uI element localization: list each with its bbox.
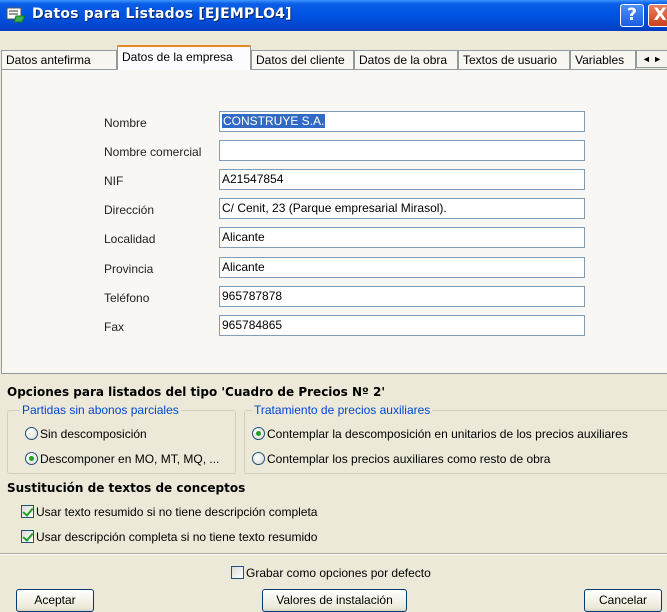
- radio-contemplar-descomposicion[interactable]: Contemplar la descomposición en unitario…: [252, 427, 628, 443]
- check-usar-descripcion-completa-label: Usar descripción completa si no tiene te…: [36, 530, 318, 544]
- label-fax: Fax: [104, 320, 125, 334]
- tab-strip: Datos antefirma Datos de la empresa Dato…: [0, 45, 667, 70]
- tab-textos-usuario[interactable]: Textos de usuario: [458, 50, 570, 70]
- tab-datos-empresa[interactable]: Datos de la empresa: [117, 45, 251, 70]
- radio-on-icon: [25, 452, 38, 465]
- check-grabar-por-defecto-label: Grabar como opciones por defecto: [246, 566, 431, 580]
- input-telefono[interactable]: 965787878: [219, 286, 585, 307]
- label-nombre-comercial: Nombre comercial: [104, 145, 202, 159]
- checkbox-unchecked-icon: [231, 566, 244, 579]
- input-direccion[interactable]: C/ Cenit, 23 (Parque empresarial Mirasol…: [219, 198, 585, 219]
- checkbox-checked-icon: [21, 505, 34, 518]
- tab-scroll-left-icon[interactable]: ◄: [642, 54, 651, 64]
- options-title: Opciones para listados del tipo 'Cuadro …: [7, 385, 385, 399]
- input-fax[interactable]: 965784865: [219, 315, 585, 336]
- tab-variables[interactable]: Variables: [570, 50, 636, 70]
- radio-contemplar-resto-label: Contemplar los precios auxiliares como r…: [267, 452, 551, 466]
- checkbox-checked-icon: [21, 530, 34, 543]
- tab-datos-cliente[interactable]: Datos del cliente: [251, 50, 354, 70]
- radio-on-icon: [252, 427, 265, 440]
- radio-contemplar-descomposicion-label: Contemplar la descomposición en unitario…: [267, 427, 628, 441]
- label-telefono: Teléfono: [104, 291, 150, 305]
- installation-values-button[interactable]: Valores de instalación: [262, 589, 407, 612]
- window-title: Datos para Listados [EJEMPLO4]: [32, 6, 292, 22]
- help-button[interactable]: ?: [620, 4, 644, 27]
- close-button[interactable]: X: [648, 4, 667, 27]
- tab-datos-antefirma[interactable]: Datos antefirma: [1, 50, 117, 70]
- label-direccion: Dirección: [104, 203, 155, 217]
- app-icon: [6, 7, 26, 23]
- partidas-legend: Partidas sin abonos parciales: [20, 403, 181, 417]
- input-nombre-comercial[interactable]: [219, 140, 585, 161]
- radio-descomponer[interactable]: Descomponer en MO, MT, MQ, ...: [25, 452, 219, 468]
- radio-sin-descomposicion[interactable]: Sin descomposición: [25, 427, 147, 443]
- label-nombre: Nombre: [104, 116, 147, 130]
- input-provincia[interactable]: Alicante: [219, 257, 585, 278]
- input-nombre-value: CONSTRUYE S.A.: [222, 114, 326, 128]
- input-nombre[interactable]: CONSTRUYE S.A.: [219, 111, 585, 132]
- check-usar-texto-resumido[interactable]: Usar texto resumido si no tiene descripc…: [21, 505, 317, 521]
- radio-descomponer-label: Descomponer en MO, MT, MQ, ...: [40, 452, 220, 466]
- radio-contemplar-resto[interactable]: Contemplar los precios auxiliares como r…: [252, 452, 550, 468]
- label-provincia: Provincia: [104, 262, 154, 276]
- substitution-title: Sustitución de textos de conceptos: [7, 481, 246, 495]
- label-localidad: Localidad: [104, 232, 156, 246]
- input-localidad[interactable]: Alicante: [219, 227, 585, 248]
- cancel-button[interactable]: Cancelar: [584, 589, 662, 612]
- accept-button[interactable]: Aceptar: [16, 589, 94, 612]
- check-usar-texto-resumido-label: Usar texto resumido si no tiene descripc…: [36, 505, 318, 519]
- label-nif: NIF: [104, 174, 124, 188]
- check-grabar-por-defecto[interactable]: Grabar como opciones por defecto: [231, 566, 431, 582]
- tab-scroll-right-icon[interactable]: ►: [653, 54, 662, 64]
- check-usar-descripcion-completa[interactable]: Usar descripción completa si no tiene te…: [21, 530, 317, 546]
- separator: [0, 553, 667, 555]
- input-nif[interactable]: A21547854: [219, 169, 585, 190]
- radio-off-icon: [25, 427, 38, 440]
- tratamiento-legend: Tratamiento de precios auxiliares: [252, 403, 433, 417]
- radio-sin-descomposicion-label: Sin descomposición: [40, 427, 147, 441]
- tab-datos-obra[interactable]: Datos de la obra: [354, 50, 458, 70]
- tab-scroll-arrows[interactable]: ◄ ►: [636, 50, 667, 68]
- title-bar[interactable]: Datos para Listados [EJEMPLO4] ? X: [0, 0, 667, 31]
- radio-off-icon: [252, 452, 265, 465]
